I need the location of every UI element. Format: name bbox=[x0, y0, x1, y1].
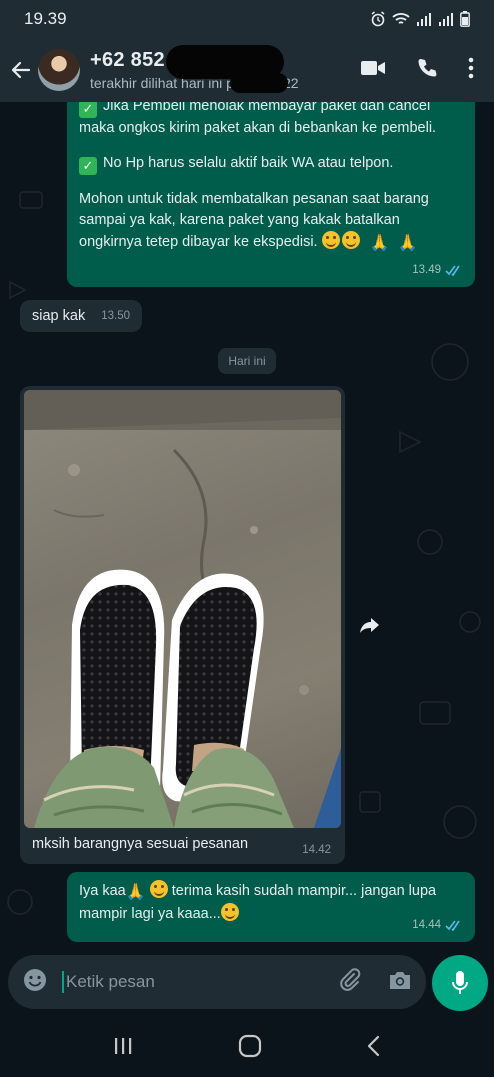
message-time: 14.42 bbox=[302, 844, 331, 856]
message-time: 13.49 bbox=[412, 264, 441, 276]
chat-header: +62 852 terakhir dilihat hari ini pukul … bbox=[0, 38, 494, 102]
message-time: 13.50 bbox=[101, 310, 130, 322]
check-mark-icon: ✓ bbox=[79, 102, 97, 118]
home-icon bbox=[238, 1034, 262, 1057]
message-time: 14.44 bbox=[412, 919, 441, 931]
status-bar: 19.39 bbox=[0, 0, 494, 38]
paperclip-icon bbox=[340, 967, 361, 991]
read-ticks-icon bbox=[445, 920, 460, 931]
microphone-icon bbox=[452, 971, 468, 994]
status-icons bbox=[370, 11, 470, 27]
signal-icon bbox=[416, 12, 432, 26]
attach-button[interactable] bbox=[338, 967, 362, 997]
photo-caption: mksih barangnya sesuai pesanan bbox=[32, 836, 249, 852]
recent-apps-button[interactable] bbox=[112, 1036, 134, 1061]
contact-info[interactable]: +62 852 terakhir dilihat hari ini pukul … bbox=[90, 45, 360, 93]
smiling-face-icon bbox=[149, 880, 168, 898]
photo-illustration bbox=[24, 390, 341, 828]
message-line: ✓ No Hp harus selalu aktif baik WA atau t… bbox=[79, 153, 463, 175]
message-line: ✓ Jika Pembeli menolak membayar paket dan… bbox=[79, 102, 437, 136]
signal-icon-2 bbox=[438, 12, 454, 26]
shoe-photo[interactable] bbox=[24, 390, 341, 828]
message-incoming[interactable]: siap kak 13.50 bbox=[20, 300, 142, 332]
redaction-mark bbox=[230, 73, 288, 93]
message-text: siap kak bbox=[32, 308, 86, 324]
avatar[interactable] bbox=[38, 49, 80, 91]
praying-hands-icon: 🙏 bbox=[369, 235, 390, 252]
status-time: 19.39 bbox=[24, 9, 67, 28]
emoji-button[interactable] bbox=[22, 967, 48, 998]
forward-button[interactable] bbox=[352, 607, 388, 643]
system-nav-bar bbox=[0, 1019, 494, 1077]
voice-message-button[interactable] bbox=[432, 955, 488, 1011]
camera-icon bbox=[390, 971, 410, 989]
message-meta: 13.50 bbox=[101, 306, 130, 327]
praying-hands-icon: 🙏 bbox=[125, 884, 146, 901]
chat-area[interactable]: ✓ Jika Pembeli menolak membayar paket dan… bbox=[0, 102, 494, 949]
date-divider: Hari ini bbox=[218, 348, 276, 374]
video-call-button[interactable] bbox=[360, 59, 386, 82]
wifi-icon bbox=[392, 12, 410, 26]
praying-hands-icon: 🙏 bbox=[397, 235, 418, 252]
check-mark-icon: ✓ bbox=[79, 157, 97, 175]
message-text: Iya kaa🙏 terima kasih sudah mampir... ja… bbox=[79, 880, 463, 925]
smiling-face-icon bbox=[321, 231, 340, 249]
header-actions bbox=[360, 57, 486, 84]
video-camera-icon bbox=[361, 60, 385, 75]
message-incoming-photo[interactable]: mksih barangnya sesuai pesanan 14.42 bbox=[20, 386, 345, 864]
battery-icon bbox=[460, 11, 470, 27]
alarm-icon bbox=[370, 11, 386, 27]
forward-arrow-icon bbox=[360, 618, 379, 633]
message-meta: 14.42 bbox=[302, 844, 331, 856]
message-outgoing[interactable]: ✓ Jika Pembeli menolak membayar paket dan… bbox=[67, 102, 475, 287]
back-button[interactable] bbox=[8, 50, 34, 90]
message-meta: 14.44 bbox=[412, 915, 463, 936]
recents-icon bbox=[115, 1037, 132, 1054]
input-bar bbox=[0, 949, 494, 1019]
phone-icon bbox=[418, 58, 437, 76]
read-ticks-icon bbox=[445, 265, 460, 276]
emoji-icon bbox=[24, 968, 46, 991]
camera-button[interactable] bbox=[388, 969, 412, 996]
message-input[interactable] bbox=[62, 971, 338, 993]
message-meta: 13.49 bbox=[412, 260, 463, 281]
smiling-face-icon bbox=[220, 903, 239, 921]
back-chevron-icon bbox=[367, 1035, 380, 1056]
message-line: Mohon untuk tidak membatalkan pesanan sa… bbox=[79, 191, 429, 252]
menu-button[interactable] bbox=[468, 57, 474, 84]
home-button[interactable] bbox=[238, 1034, 262, 1063]
message-outgoing[interactable]: Iya kaa🙏 terima kasih sudah mampir... ja… bbox=[67, 872, 475, 942]
message-composer bbox=[8, 955, 426, 1009]
voice-call-button[interactable] bbox=[416, 57, 438, 84]
smiling-face-icon bbox=[341, 231, 360, 249]
system-back-button[interactable] bbox=[366, 1035, 382, 1062]
back-arrow-icon bbox=[11, 61, 31, 79]
more-vertical-icon bbox=[468, 57, 474, 78]
